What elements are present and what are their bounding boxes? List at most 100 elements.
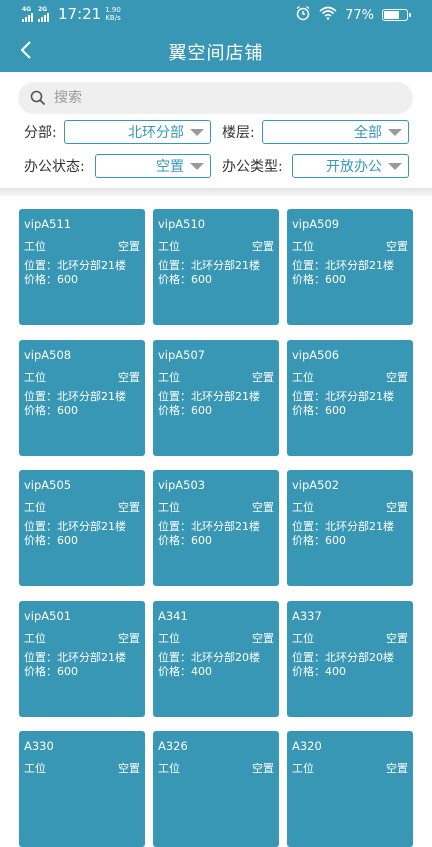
status-select-value: 空置 xyxy=(156,159,184,175)
card-type-row: 工位 空置 xyxy=(24,630,140,646)
card-location: 位置：北环分部21楼 xyxy=(292,389,394,403)
branch-label: 分部: xyxy=(24,125,57,141)
card-state: 空置 xyxy=(252,370,274,384)
card-price: 价格：600 xyxy=(24,403,78,417)
card-code: vipA510 xyxy=(158,217,206,231)
card-price: 价格：400 xyxy=(158,664,212,678)
card-state: 空置 xyxy=(118,501,140,514)
card-price: 价格：600 xyxy=(292,403,346,417)
floor-label: 楼层: xyxy=(222,125,255,141)
floor-filter: 楼层: xyxy=(222,122,255,142)
workspace-card[interactable]: A337 工位 空置 位置：北环分部20楼 价格：400 xyxy=(287,600,413,717)
workspace-card[interactable]: vipA506 工位 空置位置：北环分部21楼 价格：600 xyxy=(287,339,413,456)
title-bar: 翼空间店铺 xyxy=(0,30,432,70)
card-kind: 工位 xyxy=(292,240,314,253)
card-price: 价格：600 xyxy=(24,664,78,678)
card-state: 空置 xyxy=(386,762,408,775)
alarm-icon xyxy=(295,5,311,25)
dropdown-arrow-icon xyxy=(190,128,204,136)
card-type-row: 工位 空置 xyxy=(158,630,274,646)
dropdown-arrow-icon xyxy=(190,162,204,170)
card-state: 空置 xyxy=(118,370,140,384)
card-code: vipA507 xyxy=(158,347,206,362)
section-divider xyxy=(0,188,432,196)
workspace-card[interactable]: vipA505 工位 空置 位置：北环分部21楼 价格：600 xyxy=(19,470,145,586)
workspace-card[interactable]: vipA503 工位 空置 位置：北环分部21楼 价格：600 xyxy=(153,470,279,586)
status-bar: 4G 2G 17:21 1.90 KB/s 77% xyxy=(0,0,432,28)
search-bar[interactable] xyxy=(18,82,413,114)
card-kind: 工位 xyxy=(24,762,46,775)
workspace-card[interactable]: A330 工位 空置 xyxy=(19,731,145,847)
card-price: 价格：600 xyxy=(292,273,346,286)
card-code: A330 xyxy=(24,739,54,753)
type-label: 办公类型: xyxy=(222,159,283,175)
card-location: 位置：北环分部21楼 xyxy=(158,389,260,403)
card-location: 位置：北环分部21楼 xyxy=(158,520,260,533)
workspace-card[interactable]: vipA511 工位 空置 位置：北环分部21楼 价格：600 xyxy=(19,209,145,325)
card-code: A326 xyxy=(158,739,188,753)
signal-bars-icon xyxy=(22,13,34,22)
card-state: 空置 xyxy=(252,762,274,775)
card-state: 空置 xyxy=(386,631,408,645)
dropdown-arrow-icon xyxy=(388,162,402,170)
card-kind: 工位 xyxy=(24,501,46,514)
network-speed: 1.90 KB/s xyxy=(105,6,121,22)
signal-4g: 4G xyxy=(22,6,34,22)
card-kind: 工位 xyxy=(158,370,180,384)
status-bar-right: 77% xyxy=(287,5,411,25)
card-kind: 工位 xyxy=(292,762,314,775)
type-select-value: 开放办公 xyxy=(326,159,382,175)
workspace-card[interactable]: A341 工位 空置 位置：北环分部20楼 价格：400 xyxy=(153,600,279,717)
status-select[interactable]: 空置 xyxy=(95,154,211,178)
card-state: 空置 xyxy=(252,631,274,645)
battery-percent: 77% xyxy=(345,7,374,23)
dropdown-arrow-icon xyxy=(388,128,402,136)
status-bar-left: 4G 2G 17:21 1.90 KB/s xyxy=(22,5,121,23)
battery-icon xyxy=(382,9,411,21)
workspace-card[interactable]: vipA507 工位 空置 位置：北环分部21楼 价格：600 xyxy=(153,339,279,456)
card-kind: 工位 xyxy=(24,631,46,645)
type-select[interactable]: 开放办公 xyxy=(292,154,409,178)
network-4g-label: 4G xyxy=(22,6,32,13)
card-state: 空置 xyxy=(252,240,274,253)
card-price: 价格：600 xyxy=(158,534,212,547)
workspace-card[interactable]: vipA502 工位 空置 位置：北环分部21楼 价格：600 xyxy=(287,470,413,586)
workspace-card[interactable]: vipA508 工位 空置 位置：北环分部21楼 价格：600 xyxy=(19,339,145,456)
card-type-row: 工位 空置 xyxy=(158,760,274,776)
card-code: A320 xyxy=(292,739,322,753)
branch-select[interactable]: 北环分部 xyxy=(64,120,211,144)
floor-select[interactable]: 全部 xyxy=(262,120,409,144)
card-code: vipA506 xyxy=(292,347,340,362)
workspace-card[interactable]: vipA501 工位 空置 位置：北环分部21楼 价格：600 xyxy=(19,600,145,717)
card-type-row: 工位 空置 xyxy=(24,238,140,254)
signal-bars-icon xyxy=(38,13,50,22)
card-state: 空置 xyxy=(118,762,140,775)
card-price: 价格：600 xyxy=(24,273,78,286)
card-location: 位置：北环分部21楼 xyxy=(24,650,126,664)
workspace-card[interactable]: A326 工位 空置 xyxy=(153,731,279,847)
card-kind: 工位 xyxy=(292,370,314,384)
filter-panel: 分部: 北环分部 楼层: 全部 办公状态: 空置 办公类型: 开放办公 xyxy=(0,72,432,188)
floor-select-value: 全部 xyxy=(354,125,382,141)
card-kind: 工位 xyxy=(158,240,180,253)
signal-2g: 2G xyxy=(38,6,50,22)
card-state: 空置 xyxy=(386,501,408,514)
card-location: 位置：北环分部20楼 xyxy=(158,650,260,664)
card-state: 空置 xyxy=(386,240,408,253)
app-header: 4G 2G 17:21 1.90 KB/s 77% 翼空间店铺 xyxy=(0,0,432,72)
workspace-card[interactable]: vipA510 工位 空置 位置：北环分部21楼 价格：600 xyxy=(153,209,279,325)
workspace-card[interactable]: A320 工位 空置 xyxy=(287,731,413,847)
wifi-icon xyxy=(319,6,337,24)
card-code: A337 xyxy=(292,608,322,623)
card-location: 位置：北环分部21楼 xyxy=(24,520,126,533)
card-price: 价格：400 xyxy=(292,664,346,678)
card-type-row: 工位 空置 xyxy=(292,630,408,646)
workspace-card[interactable]: vipA509 工位 空置 位置：北环分部21楼 价格：600 xyxy=(287,209,413,325)
card-type-row: 工位 空置 xyxy=(24,369,140,385)
card-type-row: 工位 空置 xyxy=(158,238,274,254)
card-price: 价格：600 xyxy=(292,534,346,547)
card-state: 空置 xyxy=(386,370,408,384)
card-type-row: 工位 空置 xyxy=(292,499,408,515)
card-type-row: 工位 空置 xyxy=(24,760,140,776)
search-input[interactable] xyxy=(52,89,396,107)
